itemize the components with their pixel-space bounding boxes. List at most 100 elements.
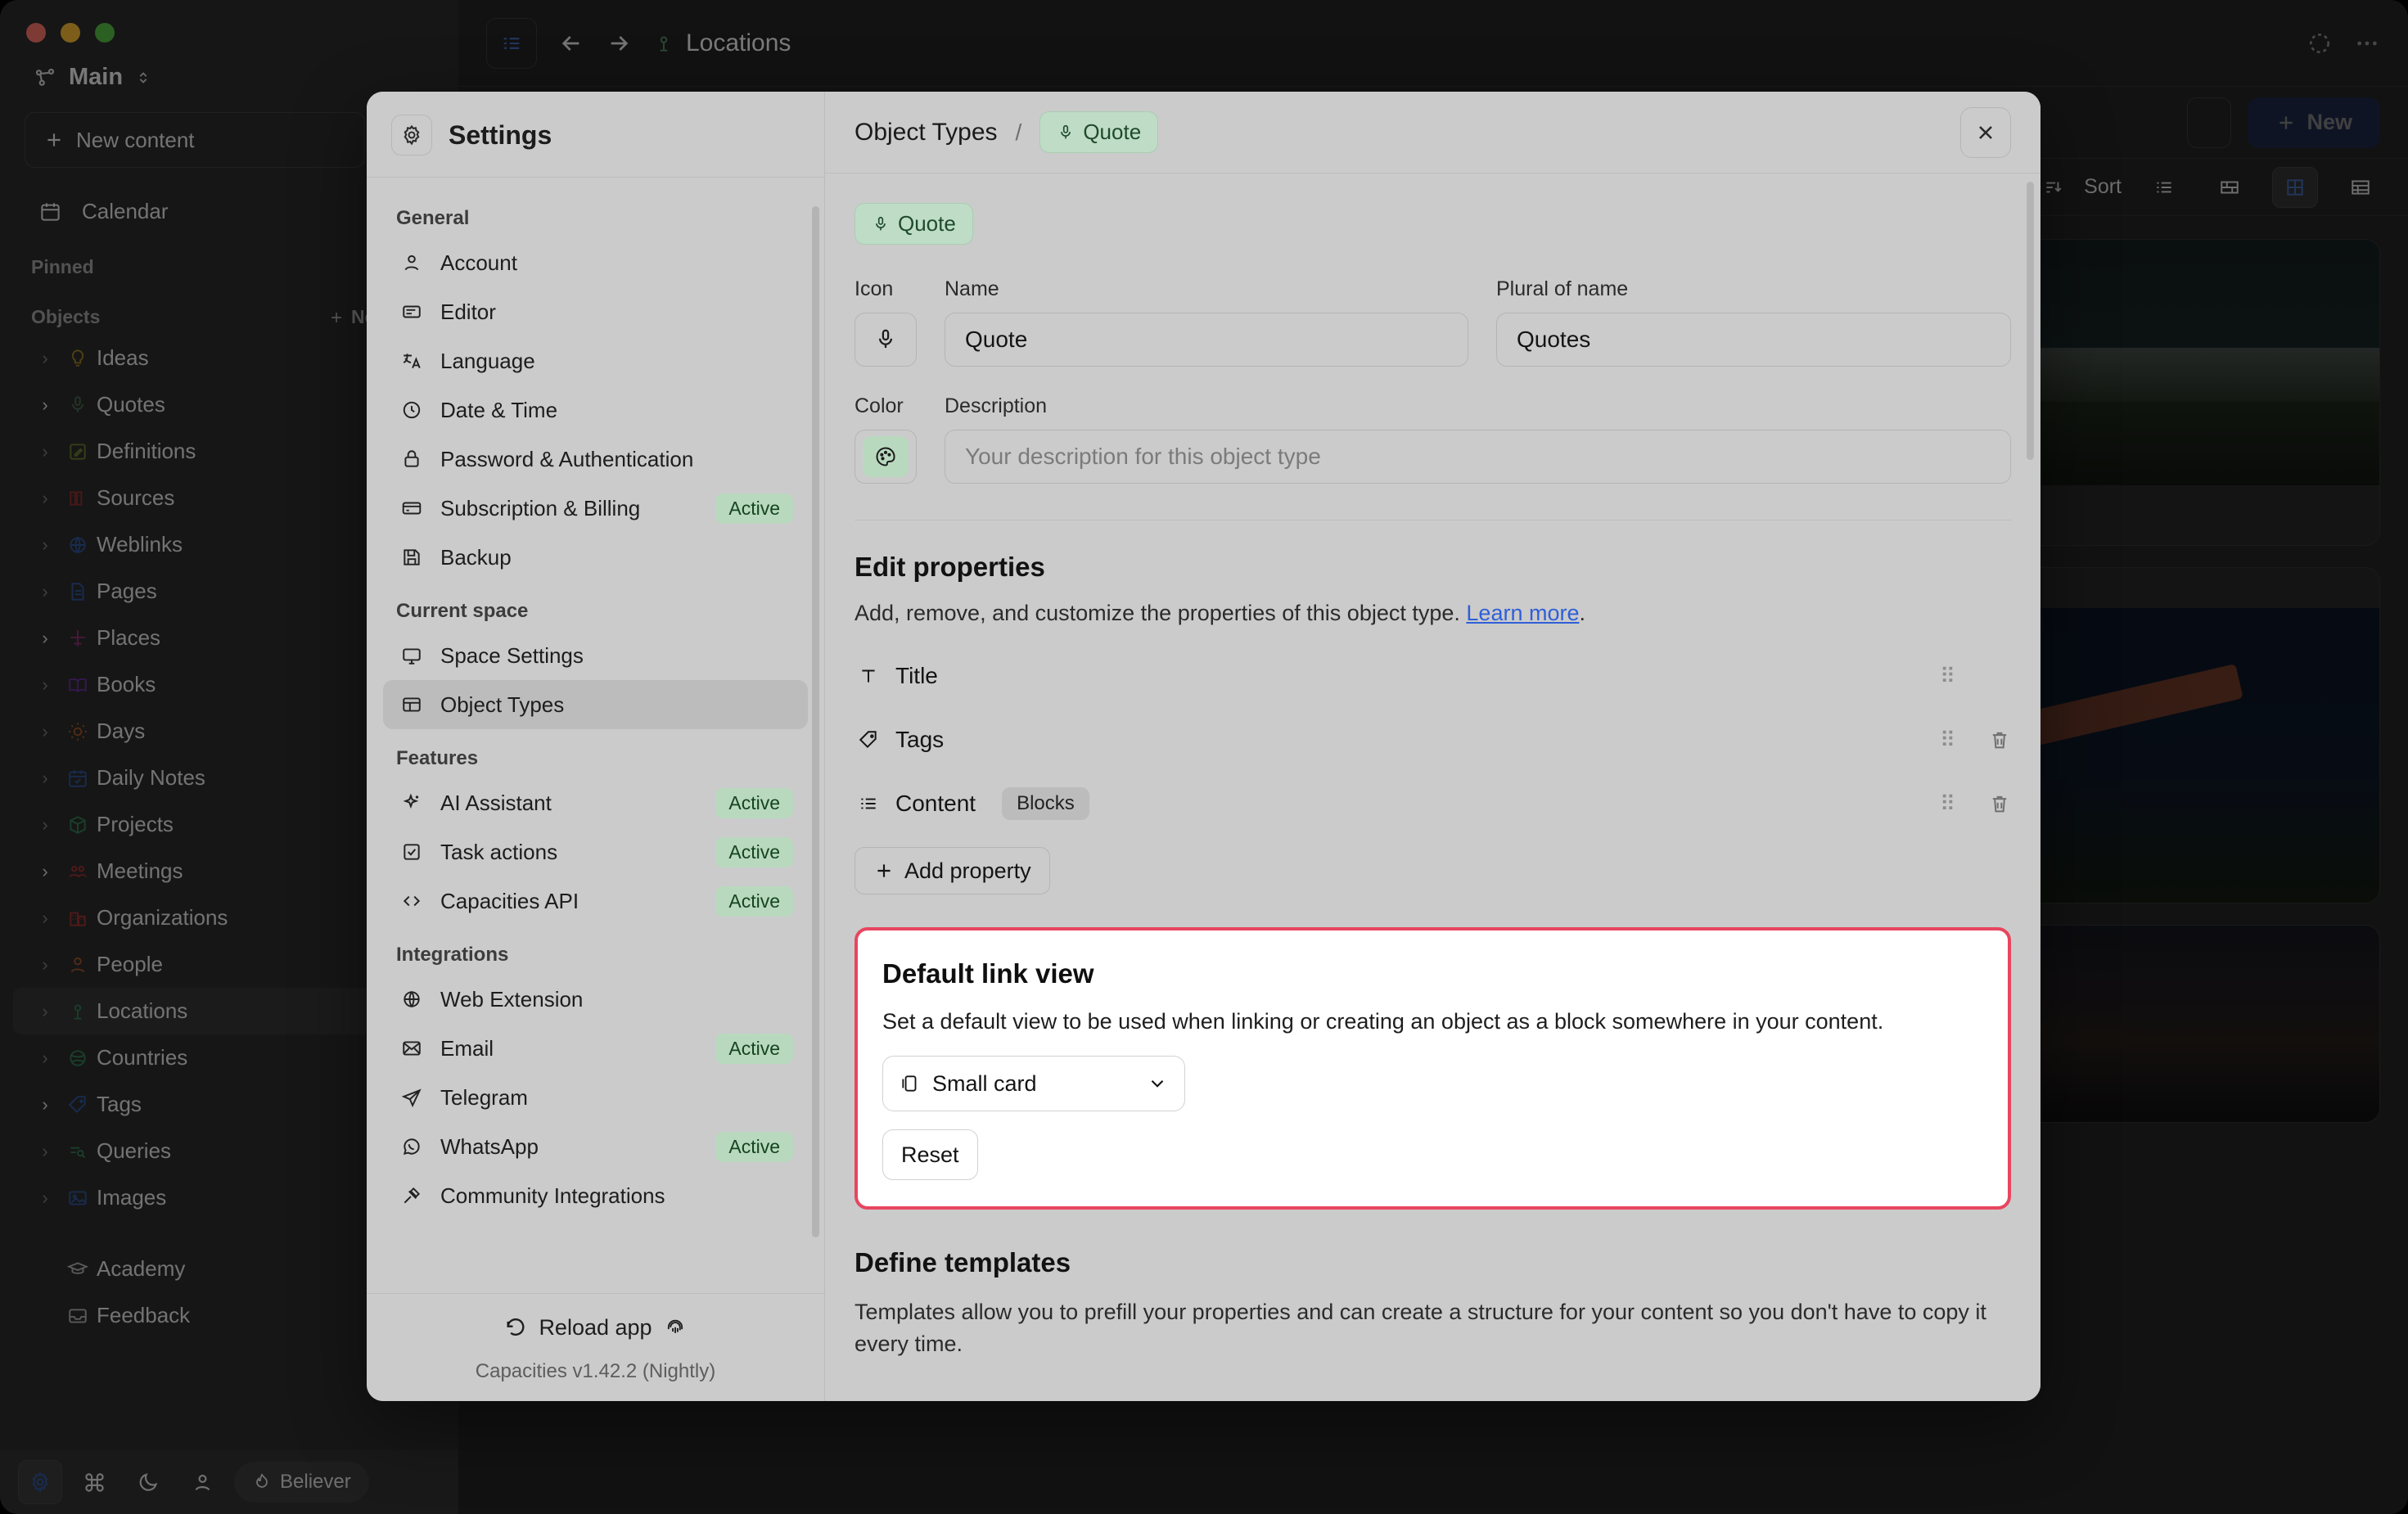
globe-icon	[398, 989, 426, 1010]
settings-nav-item-date-time[interactable]: Date & Time	[383, 385, 808, 435]
settings-nav-item-language[interactable]: Language	[383, 336, 808, 385]
settings-nav-item-label: Editor	[440, 299, 496, 324]
settings-nav-item-subscription-billing[interactable]: Subscription & Billing Active	[383, 484, 808, 533]
status-badge: Active	[715, 1033, 793, 1064]
property-type-chip[interactable]: Blocks	[1002, 787, 1089, 820]
breadcrumb-current-label: Quote	[1083, 119, 1142, 144]
settings-nav-item-ai-assistant[interactable]: AI Assistant Active	[383, 778, 808, 827]
settings-nav-item-backup[interactable]: Backup	[383, 533, 808, 582]
panel-body: Quote Icon Name Plural of name Quote Quo…	[825, 173, 2040, 1401]
envelope-icon	[398, 1038, 426, 1059]
settings-nav-item-label: Task actions	[440, 839, 558, 864]
reset-button[interactable]: Reset	[882, 1129, 978, 1180]
send-icon	[398, 1087, 426, 1108]
edit-properties-title: Edit properties	[855, 552, 1045, 582]
status-badge: Active	[715, 885, 793, 917]
save-icon	[398, 547, 426, 568]
object-type-chip[interactable]: Quote	[855, 203, 973, 245]
panel-header: Object Types / Quote	[825, 92, 2040, 173]
delete-property-button[interactable]	[1988, 728, 2011, 751]
property-row[interactable]: Tags ⠿	[855, 714, 2011, 765]
settings-sidebar-scrollbar[interactable]	[812, 206, 819, 1237]
object-type-chip-label: Quote	[898, 211, 956, 236]
drag-handle-icon[interactable]: ⠿	[1940, 664, 1957, 689]
default-link-view-select-value: Small card	[932, 1070, 1037, 1096]
description-input[interactable]: Your description for this object type	[945, 430, 2011, 484]
color-field-label: Color	[855, 394, 904, 417]
gear-icon	[391, 115, 432, 155]
edit-properties-description-suffix: .	[1579, 601, 1585, 625]
settings-nav-item-label: Email	[440, 1035, 494, 1061]
clock-icon	[398, 399, 426, 421]
monitor-icon	[398, 645, 426, 666]
field-labels-row-1: Icon Name Plural of name	[855, 277, 2011, 301]
property-name: Tags	[895, 727, 945, 752]
settings-sidebar-footer: Reload app Capacities v1.42.2 (Nightly)	[367, 1293, 824, 1401]
settings-header: Settings	[367, 92, 824, 178]
tag-icon	[855, 729, 882, 750]
define-templates-description: Templates allow you to prefill your prop…	[855, 1300, 1986, 1357]
color-picker-button[interactable]	[855, 430, 917, 484]
microphone-icon	[876, 216, 886, 230]
settings-sidebar: Settings General Account Editor Language Dat…	[367, 92, 825, 1401]
learn-more-link[interactable]: Learn more	[1466, 601, 1579, 625]
lock-icon	[398, 448, 426, 470]
property-list: Title ⠿ Tags ⠿ Content Blocks ⠿	[855, 651, 2011, 829]
property-row[interactable]: Content Blocks ⠿	[855, 778, 2011, 829]
settings-panel: Object Types / Quote Quote Icon Name Plu…	[825, 92, 2040, 1401]
reload-app-button[interactable]: Reload app	[489, 1307, 701, 1349]
delete-property-button[interactable]	[1988, 792, 2011, 815]
translate-icon	[398, 350, 426, 372]
name-input[interactable]: Quote	[945, 313, 1468, 367]
plural-input[interactable]: Quotes	[1496, 313, 2011, 367]
add-property-label: Add property	[904, 858, 1031, 883]
description-field-label: Description	[945, 394, 1048, 417]
settings-nav-item-label: Account	[440, 250, 517, 275]
edit-properties-description-prefix: Add, remove, and customize the propertie…	[855, 601, 1467, 625]
property-row[interactable]: Title ⠿	[855, 651, 2011, 701]
property-name: Content	[895, 791, 976, 816]
settings-nav-item-telegram[interactable]: Telegram	[383, 1073, 808, 1122]
default-link-view-select[interactable]: Small card	[882, 1056, 1185, 1111]
settings-nav-item-web-extension[interactable]: Web Extension	[383, 975, 808, 1024]
name-input-value: Quote	[965, 327, 1028, 352]
settings-group-label: Integrations	[396, 944, 509, 966]
settings-nav-item-editor[interactable]: Editor	[383, 287, 808, 336]
settings-nav-item-label: Subscription & Billing	[440, 495, 641, 520]
panel-scrollbar[interactable]	[2027, 182, 2034, 460]
microphone-icon	[1061, 124, 1071, 138]
object-icon-picker-button[interactable]	[855, 313, 917, 367]
rotate-ccw-icon	[507, 1318, 525, 1336]
breadcrumb-separator: /	[1015, 119, 1022, 145]
settings-nav-item-account[interactable]: Account	[383, 238, 808, 287]
credit-card-icon	[398, 498, 426, 519]
default-link-view-title: Default link view	[882, 958, 1094, 989]
card-icon	[902, 1075, 917, 1092]
edit-properties-description: Add, remove, and customize the propertie…	[855, 601, 2011, 626]
palette-icon	[863, 436, 909, 477]
settings-nav-item-capacities-api[interactable]: Capacities API Active	[383, 876, 808, 926]
breadcrumb-root[interactable]: Object Types	[855, 119, 998, 146]
status-badge: Active	[715, 1131, 793, 1162]
settings-nav-item-space-settings[interactable]: Space Settings	[383, 631, 808, 680]
settings-nav-item-password-authentication[interactable]: Password & Authentication	[383, 435, 808, 484]
plug-icon	[398, 1185, 426, 1206]
plural-input-value: Quotes	[1517, 327, 1591, 352]
settings-nav-item-object-types[interactable]: Object Types	[383, 680, 808, 729]
settings-nav-item-label: Space Settings	[440, 642, 584, 668]
settings-nav-item-community-integrations[interactable]: Community Integrations	[383, 1171, 808, 1220]
close-icon[interactable]	[1960, 106, 2011, 158]
layout-icon	[398, 694, 426, 715]
settings-nav-item-whatsapp[interactable]: WhatsApp Active	[383, 1122, 808, 1171]
list-icon	[855, 793, 882, 814]
drag-handle-icon[interactable]: ⠿	[1940, 728, 1957, 753]
settings-nav-list: General Account Editor Language Date & Time P…	[367, 178, 824, 1293]
drag-handle-icon[interactable]: ⠿	[1940, 791, 1957, 817]
settings-nav-item-email[interactable]: Email Active	[383, 1024, 808, 1073]
whatsapp-icon	[398, 1136, 426, 1157]
add-property-button[interactable]: Add property	[855, 847, 1050, 894]
field-labels-row-2: Color Description	[855, 394, 2011, 418]
breadcrumb-current-chip[interactable]: Quote	[1039, 111, 1159, 153]
settings-nav-item-task-actions[interactable]: Task actions Active	[383, 827, 808, 876]
name-field-label: Name	[945, 277, 999, 300]
